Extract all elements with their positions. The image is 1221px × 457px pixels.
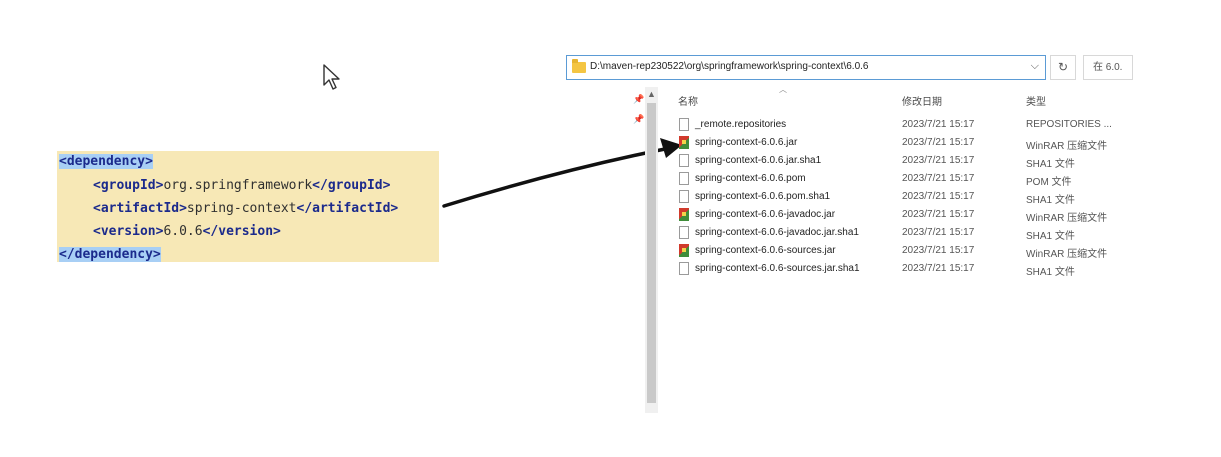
search-input[interactable]: 在 6.0. — [1083, 55, 1133, 80]
file-icon — [679, 262, 689, 275]
scroll-up-icon[interactable]: ▲ — [647, 89, 656, 99]
code-line-dependency-close: </dependency> — [59, 247, 161, 262]
file-icon — [679, 154, 689, 167]
file-row[interactable]: spring-context-6.0.6.jar.sha1 2023/7/21 1… — [676, 152, 1136, 170]
code-line-version: <version>6.0.6</version> — [93, 224, 281, 239]
file-row[interactable]: spring-context-6.0.6.pom.sha1 2023/7/21 1… — [676, 188, 1136, 206]
file-row[interactable]: _remote.repositories 2023/7/21 15:17 REPOS… — [676, 116, 1136, 134]
file-row[interactable]: spring-context-6.0.6.jar 2023/7/21 15:17 W… — [676, 134, 1136, 152]
file-row[interactable]: spring-context-6.0.6-sources.jar 2023/7/2… — [676, 242, 1136, 260]
file-icon — [679, 226, 689, 239]
file-row[interactable]: spring-context-6.0.6-javadoc.jar 2023/7/2… — [676, 206, 1136, 224]
file-row[interactable]: spring-context-6.0.6.pom 2023/7/21 15:17 P… — [676, 170, 1136, 188]
file-icon — [679, 190, 689, 203]
code-line-dependency-open: <dependency> — [59, 154, 153, 169]
winrar-archive-icon — [679, 136, 689, 149]
column-header-name[interactable]: 名称 — [678, 93, 698, 108]
chevron-down-icon[interactable]: ⌵ — [1031, 60, 1039, 73]
sort-up-icon: ︿ — [779, 85, 787, 94]
file-icon — [679, 172, 689, 185]
column-header-type[interactable]: 类型 — [1026, 93, 1046, 108]
code-line-group-id: <groupId>org.springframework</groupId> — [93, 178, 391, 193]
pin-icon[interactable]: 📌 — [633, 94, 644, 105]
address-bar[interactable]: D:\maven-rep230522\org\springframework\s… — [566, 55, 1046, 80]
mouse-cursor-icon — [323, 64, 340, 90]
address-path: D:\maven-rep230522\org\springframework\s… — [590, 61, 869, 72]
file-row[interactable]: spring-context-6.0.6-sources.jar.sha1 202… — [676, 260, 1136, 278]
pin-icon[interactable]: 📌 — [633, 114, 644, 125]
scrollbar[interactable]: ▲ — [645, 87, 658, 413]
column-header-date[interactable]: 修改日期 — [902, 93, 942, 108]
winrar-archive-icon — [679, 208, 689, 221]
dependency-code-snippet: <dependency> <groupId>org.springframewor… — [57, 151, 439, 262]
code-line-artifact-id: <artifactId>spring-context</artifactId> — [93, 201, 399, 216]
file-icon — [679, 118, 689, 131]
winrar-archive-icon — [679, 244, 689, 257]
file-row[interactable]: spring-context-6.0.6-javadoc.jar.sha1 202… — [676, 224, 1136, 242]
scrollbar-thumb[interactable] — [647, 103, 656, 403]
folder-icon — [572, 59, 586, 73]
refresh-button[interactable]: ↻ — [1050, 55, 1076, 80]
